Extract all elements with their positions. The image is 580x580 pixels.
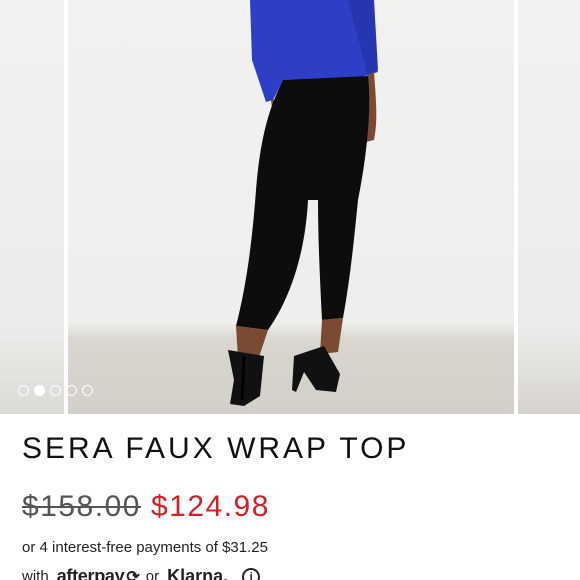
with-label: with xyxy=(22,568,49,580)
price-row: $158.00 $124.98 xyxy=(22,490,270,524)
installments-text: or 4 interest-free payments of $31.25 xyxy=(22,539,268,556)
carousel-dot-1[interactable] xyxy=(18,385,29,396)
carousel-dot-2-active[interactable] xyxy=(34,385,45,396)
product-title: SERA FAUX WRAP TOP xyxy=(22,432,410,465)
or-label: or xyxy=(145,568,160,580)
klarna-logo[interactable]: Klarna. xyxy=(167,566,228,580)
previous-slide-image[interactable] xyxy=(0,0,64,414)
left-shoe-shape xyxy=(228,350,264,406)
afterpay-logo[interactable]: afterpay xyxy=(57,566,125,580)
payment-providers: with afterpay ⟳ or Klarna. i xyxy=(22,566,261,580)
carousel-dot-4[interactable] xyxy=(66,385,77,396)
carousel-pagination xyxy=(18,385,93,396)
product-image-carousel[interactable] xyxy=(0,0,580,414)
black-pants-shape xyxy=(236,76,370,330)
carousel-dot-5[interactable] xyxy=(82,385,93,396)
carousel-dot-3[interactable] xyxy=(50,385,61,396)
model-illustration xyxy=(228,0,378,406)
sale-price: $124.98 xyxy=(150,490,270,523)
right-shoe-shape xyxy=(292,346,340,392)
info-icon[interactable]: i xyxy=(242,567,261,580)
main-product-image[interactable] xyxy=(68,0,514,414)
afterpay-arrow-icon: ⟳ xyxy=(126,568,140,580)
original-price: $158.00 xyxy=(22,490,141,523)
next-slide-image[interactable] xyxy=(518,0,580,414)
